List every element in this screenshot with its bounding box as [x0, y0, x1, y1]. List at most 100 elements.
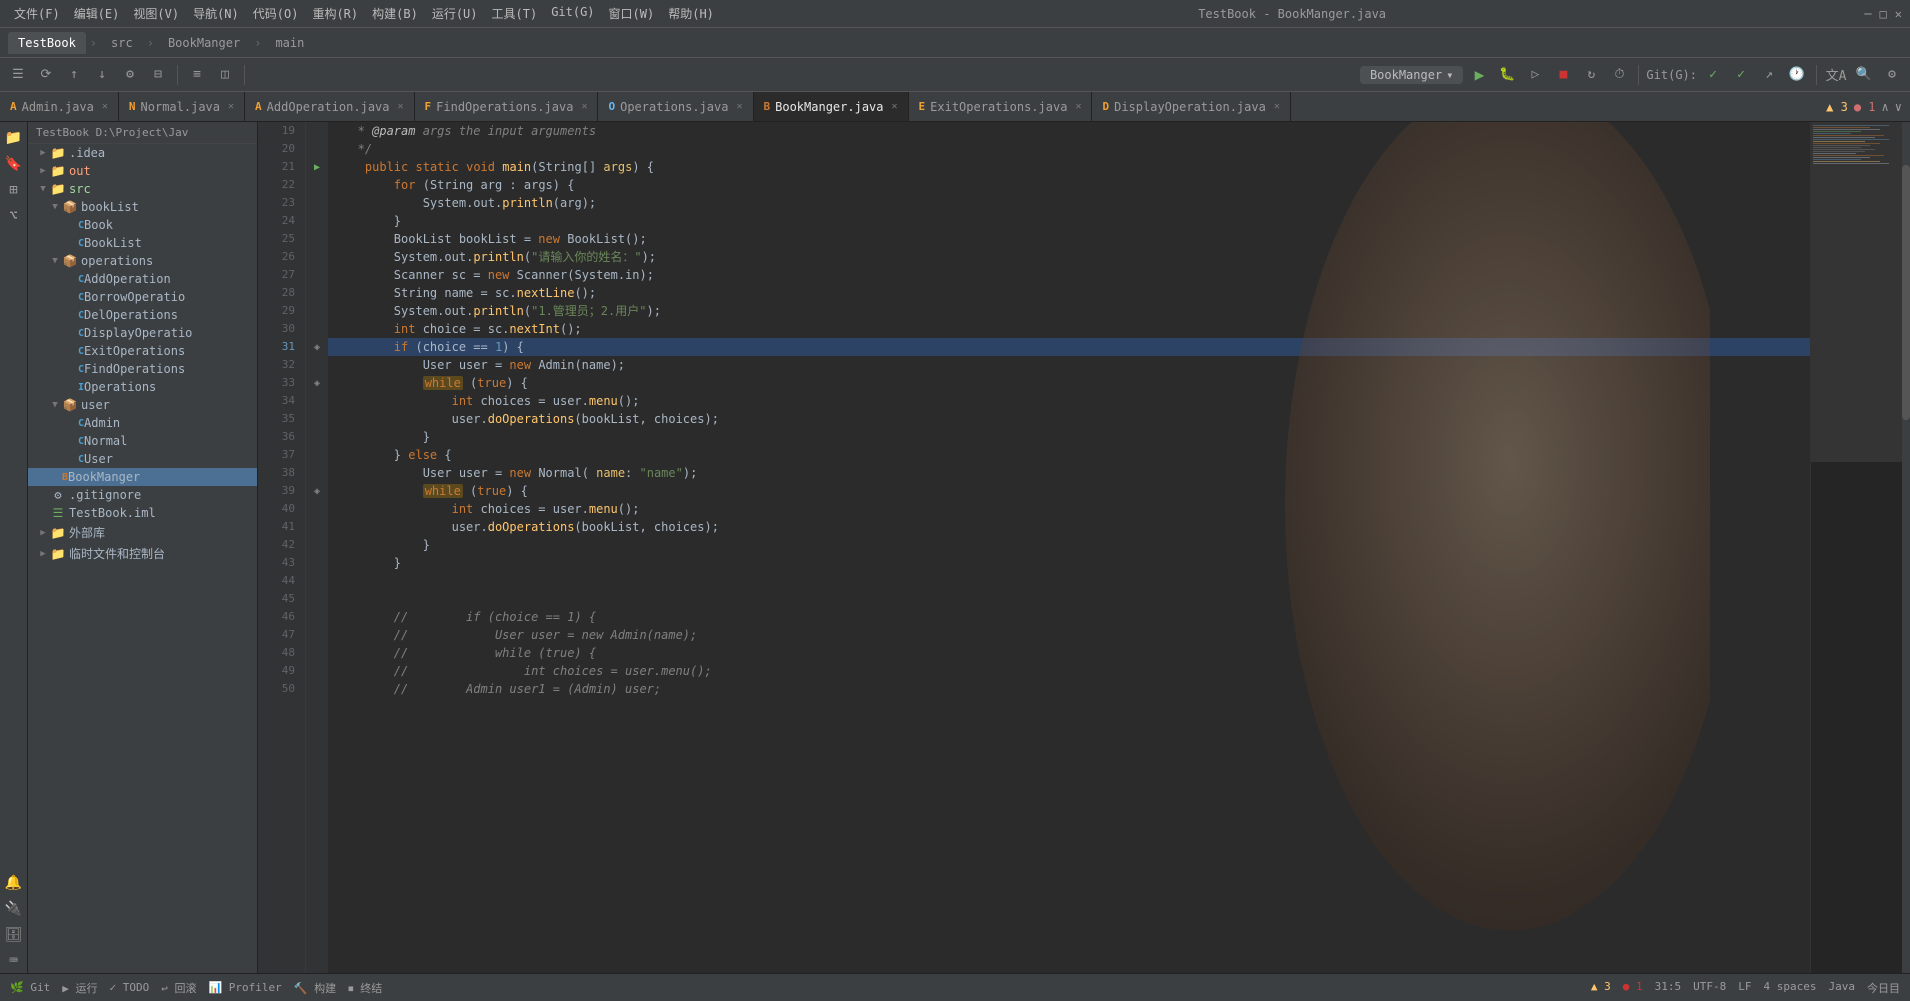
sidebar-item-extlibs[interactable]: ▶ 📁 外部库: [28, 522, 257, 543]
code-editor[interactable]: * @param args the input arguments */ pub…: [328, 122, 1810, 973]
breadcrumb-project[interactable]: TestBook: [8, 32, 86, 54]
file-tab-findoperations[interactable]: F FindOperations.java ✕: [415, 92, 599, 122]
toolbar-unknown1[interactable]: ≡: [185, 63, 209, 87]
menu-window[interactable]: 窗口(W): [603, 3, 661, 24]
status-lang[interactable]: Java: [1829, 980, 1856, 996]
sidebar-item-operations-iface[interactable]: I Operations: [28, 378, 257, 396]
toolbar-sync[interactable]: ⟳: [34, 63, 58, 87]
file-tab-operations[interactable]: O Operations.java ✕: [598, 92, 753, 122]
expand-extlibs[interactable]: ▶: [36, 528, 50, 538]
status-build[interactable]: 🔨 构建: [294, 980, 336, 996]
file-tab-bookmanager[interactable]: B BookManger.java ✕: [754, 92, 909, 122]
debug-btn[interactable]: 🐛: [1495, 63, 1519, 87]
timer-btn[interactable]: ⏱: [1607, 63, 1631, 87]
menu-file[interactable]: 文件(F): [8, 3, 66, 24]
menu-code[interactable]: 代码(O): [247, 3, 305, 24]
file-tab-normal[interactable]: N Normal.java ✕: [119, 92, 245, 122]
sidebar-item-operations-pkg[interactable]: ▼ 📦 operations: [28, 252, 257, 270]
sidebar-item-gitignore[interactable]: ⚙ .gitignore: [28, 486, 257, 504]
stop-btn[interactable]: ■: [1551, 63, 1575, 87]
close-normal-tab[interactable]: ✕: [228, 101, 234, 112]
sidebar-item-booklist-pkg[interactable]: ▼ 📦 bookList: [28, 198, 257, 216]
project-view-btn[interactable]: ☰: [6, 63, 30, 87]
vertical-scrollbar-thumb[interactable]: [1902, 165, 1910, 420]
expand-idea[interactable]: ▶: [36, 148, 50, 158]
sidebar-item-user-pkg[interactable]: ▼ 📦 user: [28, 396, 257, 414]
menu-git[interactable]: Git(G): [545, 3, 600, 24]
status-end[interactable]: ⏹ 终结: [348, 980, 382, 996]
notifications-icon[interactable]: 🔔: [2, 871, 26, 895]
breadcrumb-src[interactable]: src: [101, 32, 143, 54]
sidebar-item-bookmanager[interactable]: B BookManger: [28, 468, 257, 486]
git-history[interactable]: 🕐: [1785, 63, 1809, 87]
gutter-run-21[interactable]: ▶: [306, 158, 328, 176]
minimap[interactable]: [1810, 122, 1910, 973]
menu-navigate[interactable]: 导航(N): [187, 3, 245, 24]
status-run[interactable]: ▶ 运行: [62, 980, 97, 996]
close-bookmanager-tab[interactable]: ✕: [892, 101, 898, 112]
scroll-down-btn[interactable]: ∨: [1895, 100, 1902, 114]
git-checkmark-2[interactable]: ✓: [1729, 63, 1753, 87]
sidebar-item-exitoperations[interactable]: C ExitOperations: [28, 342, 257, 360]
sidebar-item-displayoperatio[interactable]: C DisplayOperatio: [28, 324, 257, 342]
reload-btn[interactable]: ↻: [1579, 63, 1603, 87]
expand-user-pkg[interactable]: ▼: [48, 400, 62, 410]
sidebar-item-admin[interactable]: C Admin: [28, 414, 257, 432]
structure-icon[interactable]: ⊞: [2, 178, 26, 202]
database-icon[interactable]: 🗄: [2, 923, 26, 947]
menu-edit[interactable]: 编辑(E): [68, 3, 126, 24]
sidebar-item-tempfiles[interactable]: ▶ 📁 临时文件和控制台: [28, 543, 257, 564]
settings-btn[interactable]: ⚙: [1880, 63, 1904, 87]
sidebar-item-book[interactable]: C Book: [28, 216, 257, 234]
vertical-scrollbar-track[interactable]: [1902, 122, 1910, 973]
menu-tools[interactable]: 工具(T): [486, 3, 544, 24]
menu-build[interactable]: 构建(B): [366, 3, 424, 24]
expand-operations-pkg[interactable]: ▼: [48, 256, 62, 266]
expand-out[interactable]: ▶: [36, 166, 50, 176]
minimize-btn[interactable]: ─: [1864, 7, 1871, 21]
toolbar-collapse[interactable]: ⊟: [146, 63, 170, 87]
sidebar-item-normal[interactable]: C Normal: [28, 432, 257, 450]
run-btn[interactable]: ▶: [1467, 63, 1491, 87]
file-tab-addoperation[interactable]: A AddOperation.java ✕: [245, 92, 414, 122]
bookmarks-icon[interactable]: 🔖: [2, 152, 26, 176]
menu-run[interactable]: 运行(U): [426, 3, 484, 24]
plugins-icon[interactable]: 🔌: [2, 897, 26, 921]
close-admin-tab[interactable]: ✕: [102, 101, 108, 112]
project-icon[interactable]: 📁: [2, 126, 26, 150]
toolbar-up[interactable]: ↑: [62, 63, 86, 87]
sidebar-item-idea[interactable]: ▶ 📁 .idea: [28, 144, 257, 162]
menu-bar[interactable]: 文件(F) 编辑(E) 视图(V) 导航(N) 代码(O) 重构(R) 构建(B…: [8, 3, 720, 24]
status-linesep[interactable]: LF: [1738, 980, 1751, 996]
close-displayop-tab[interactable]: ✕: [1274, 101, 1280, 112]
toolbar-unknown2[interactable]: ◫: [213, 63, 237, 87]
project-selector[interactable]: BookManger ▾: [1360, 66, 1463, 84]
expand-booklist-pkg[interactable]: ▼: [48, 202, 62, 212]
scroll-up-btn[interactable]: ∧: [1882, 100, 1889, 114]
status-profiler[interactable]: 📊 Profiler: [208, 981, 281, 994]
close-findops-tab[interactable]: ✕: [581, 101, 587, 112]
breadcrumb-main[interactable]: main: [265, 32, 314, 54]
expand-src[interactable]: ▼: [36, 184, 50, 194]
close-btn[interactable]: ✕: [1895, 7, 1902, 21]
file-tab-displayoperation[interactable]: D DisplayOperation.java ✕: [1092, 92, 1290, 122]
menu-refactor[interactable]: 重构(R): [306, 3, 364, 24]
search-everywhere[interactable]: 🔍: [1852, 63, 1876, 87]
close-addop-tab[interactable]: ✕: [398, 101, 404, 112]
sidebar-item-addoperation[interactable]: C AddOperation: [28, 270, 257, 288]
breadcrumb-bookmanager[interactable]: BookManger: [158, 32, 250, 54]
sidebar-item-user-class[interactable]: C User: [28, 450, 257, 468]
status-encoding[interactable]: UTF-8: [1693, 980, 1726, 996]
status-todo[interactable]: ✓ TODO: [109, 981, 149, 994]
menu-view[interactable]: 视图(V): [127, 3, 185, 24]
sidebar-item-borrowoperation[interactable]: C BorrowOperatio: [28, 288, 257, 306]
translate-btn[interactable]: 文A: [1824, 63, 1848, 87]
toolbar-down[interactable]: ↓: [90, 63, 114, 87]
status-rollback[interactable]: ↩ 回滚: [161, 980, 196, 996]
close-exitops-tab[interactable]: ✕: [1075, 101, 1081, 112]
sidebar-item-src[interactable]: ▼ 📁 src: [28, 180, 257, 198]
sidebar-item-iml[interactable]: ☰ TestBook.iml: [28, 504, 257, 522]
toolbar-settings[interactable]: ⚙: [118, 63, 142, 87]
status-git[interactable]: 🌿 Git: [10, 981, 50, 994]
expand-tempfiles[interactable]: ▶: [36, 549, 50, 559]
